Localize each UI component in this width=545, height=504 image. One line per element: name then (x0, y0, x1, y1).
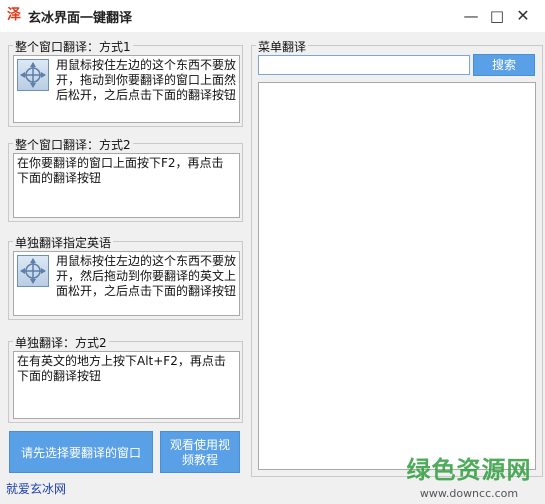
crosshair-drag-icon[interactable] (17, 255, 49, 287)
method2-panel: 在你要翻译的窗口上面按下F2，再点击下面的翻译按钮 (13, 153, 240, 218)
group-window-method1: 整个窗口翻译：方式1 用鼠标按住左边的这个东西不要放开，拖动到你要翻译的窗口上面… (8, 38, 243, 127)
method1-instructions: 用鼠标按住左边的这个东西不要放开，拖动到你要翻译的窗口上面然后松开，之后点击下面… (56, 58, 237, 102)
search-button-label: 搜索 (491, 58, 516, 72)
app-icon: 泽 (7, 7, 21, 23)
watch-video-label: 观看使用视频教程 (169, 438, 230, 467)
maximize-button[interactable]: □ (486, 6, 508, 26)
select-window-button[interactable]: 请先选择要翻译的窗口 (9, 431, 153, 473)
select-window-label: 请先选择要翻译的窗口 (20, 446, 141, 460)
method2-instructions: 在你要翻译的窗口上面按下F2，再点击下面的翻译按钮 (17, 156, 224, 185)
close-button[interactable]: ✕ (512, 6, 534, 26)
group-legend: 单独翻译指定英语 (13, 234, 114, 251)
word-method1-instructions: 用鼠标按住左边的这个东西不要放开，然后拖动到你要翻译的英文上面松开，之后点击下面… (56, 254, 237, 298)
group-legend: 单独翻译：方式2 (13, 334, 109, 351)
group-window-method2: 整个窗口翻译：方式2 在你要翻译的窗口上面按下F2，再点击下面的翻译按钮 (8, 136, 243, 222)
footer-link[interactable]: 就爱玄冰网 (6, 480, 66, 497)
word-method1-panel: 用鼠标按住左边的这个东西不要放开，然后拖动到你要翻译的英文上面松开，之后点击下面… (13, 251, 240, 316)
window-title: 玄冰界面一键翻译 (28, 11, 133, 26)
watch-video-button[interactable]: 观看使用视频教程 (160, 431, 240, 473)
watermark: 绿色资源网 www.downcc.com (404, 450, 534, 500)
method1-panel: 用鼠标按住左边的这个东西不要放开，拖动到你要翻译的窗口上面然后松开，之后点击下面… (13, 55, 240, 123)
group-legend: 整个窗口翻译：方式1 (13, 38, 133, 55)
group-legend: 整个窗口翻译：方式2 (13, 136, 133, 153)
search-input[interactable] (258, 55, 470, 75)
watermark-url: www.downcc.com (419, 487, 519, 500)
search-button[interactable]: 搜索 (473, 54, 535, 76)
minimize-button[interactable]: — (460, 6, 482, 26)
group-word-method2: 单独翻译：方式2 在有英文的地方上按下Alt+F2，再点击下面的翻译按钮 (8, 334, 243, 423)
watermark-logo: 绿色资源网 (406, 456, 532, 484)
title-bar: 泽 玄冰界面一键翻译 — □ ✕ (0, 0, 545, 32)
word-method2-panel: 在有英文的地方上按下Alt+F2，再点击下面的翻译按钮 (13, 351, 240, 419)
group-word-method1: 单独翻译指定英语 用鼠标按住左边的这个东西不要放开，然后拖动到你要翻译的英文上面… (8, 234, 243, 320)
menu-results-list[interactable] (258, 82, 536, 470)
crosshair-drag-icon[interactable] (17, 59, 49, 91)
word-method2-instructions: 在有英文的地方上按下Alt+F2，再点击下面的翻译按钮 (17, 354, 226, 383)
group-legend: 菜单翻译 (256, 38, 309, 55)
